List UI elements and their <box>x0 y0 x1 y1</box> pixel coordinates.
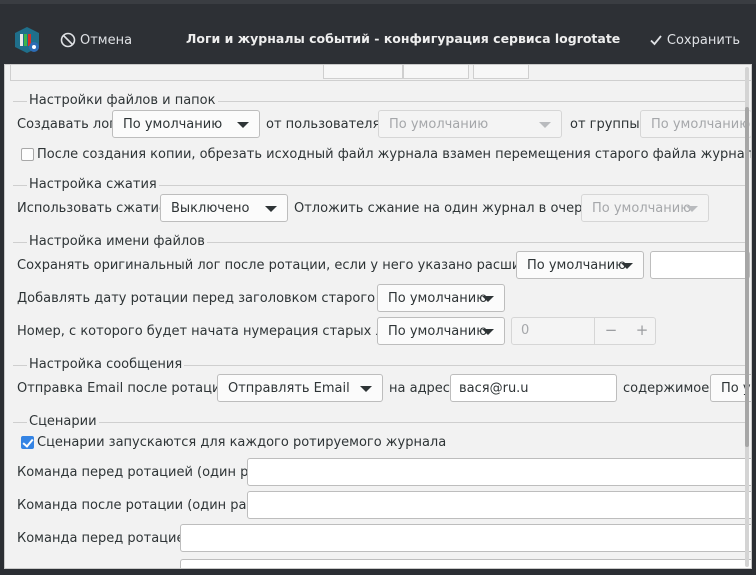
delay-compress-select[interactable]: По умолчанию <box>581 194 709 222</box>
compression-value: Выключено <box>171 200 250 216</box>
copytruncate-label: После создания копии, обрезать исходный … <box>37 147 752 162</box>
dateext-select[interactable]: По умолчанию <box>377 284 505 312</box>
prerotate-input[interactable] <box>180 524 751 552</box>
start-value: По умолчанию <box>388 323 488 339</box>
start-select[interactable]: По умолчанию <box>377 317 505 345</box>
from-user-select[interactable]: По умолчанию <box>378 110 562 138</box>
lastaction-input[interactable] <box>247 491 751 519</box>
chevron-down-icon <box>265 206 277 212</box>
app-logo-icon <box>15 27 39 53</box>
plus-button[interactable]: + <box>627 321 657 339</box>
cancel-icon <box>60 32 76 48</box>
compression-use-label: Использовать сжатие: <box>17 201 172 216</box>
delay-compress-label: Отложить сжание на один журнал в очереди… <box>294 201 613 216</box>
from-group-label: от группы: <box>570 117 645 132</box>
address-input[interactable]: вася@ru.u <box>450 374 617 402</box>
sharedscripts-checkbox[interactable] <box>21 436 34 449</box>
from-user-label: от пользователя: <box>266 117 385 132</box>
cancel-button[interactable]: Отмена <box>60 30 132 50</box>
extension-value: По умолчанию <box>527 257 627 273</box>
settings-panel: Настройки файлов и папок Создавать лог П… <box>4 64 752 569</box>
dateext-value: По умолчанию <box>388 290 488 306</box>
compression-legend: Настройка сжатия <box>27 177 159 192</box>
prerotate-label: Команда перед ротацией: <box>17 531 198 546</box>
sharedscripts-label: Сценарии запускаются для каждого ротируе… <box>37 435 447 450</box>
previous-control-b <box>403 65 469 79</box>
extension-input[interactable] <box>650 251 750 279</box>
compression-select[interactable]: Выключено <box>160 194 288 222</box>
extension-label: Сохранять оригинальный лог после ротации… <box>17 258 566 273</box>
create-log-label: Создавать лог <box>17 117 116 132</box>
start-number-value: 0 <box>521 323 530 338</box>
next-command-input[interactable] <box>180 559 751 568</box>
previous-section-edge <box>10 65 751 81</box>
delay-compress-value: По умолчанию <box>592 200 692 216</box>
window-title: Логи и журналы событий - конфигурация се… <box>186 31 621 46</box>
message-legend: Настройка сообщения <box>27 357 185 372</box>
chevron-down-icon <box>539 122 551 128</box>
firstaction-label: Команда перед ротацией (один раз): <box>17 465 273 480</box>
checkmark-icon <box>650 35 662 46</box>
lastaction-label: Команда после ротации (один раз): <box>17 498 263 513</box>
chevron-down-icon <box>686 206 698 212</box>
from-group-value: По умолчанию <box>651 116 751 132</box>
from-user-value: По умолчанию <box>389 116 489 132</box>
previous-control-c <box>473 65 529 79</box>
background-window-strip <box>0 0 756 4</box>
chevron-down-icon <box>621 263 633 269</box>
email-value: Отправлять Email <box>228 380 350 396</box>
chevron-down-icon <box>237 122 249 128</box>
scripts-legend: Сценарии <box>27 414 99 429</box>
start-number-spinner[interactable]: 0 − + <box>511 317 656 345</box>
spinner-divider <box>594 318 595 344</box>
copytruncate-checkbox[interactable] <box>21 148 34 161</box>
create-log-value: По умолчанию <box>123 116 223 132</box>
save-button[interactable]: Сохранить <box>649 30 740 50</box>
from-group-select[interactable]: По умолчанию <box>640 110 751 138</box>
start-label: Номер, с которого будет начата нумерация… <box>17 324 419 339</box>
content-label: содержимое: <box>623 381 714 396</box>
save-label: Сохранить <box>666 32 740 48</box>
chevron-down-icon <box>360 386 372 392</box>
minus-button[interactable]: − <box>596 321 626 339</box>
files-legend: Настройки файлов и папок <box>27 93 218 108</box>
scrollbar[interactable] <box>744 67 750 567</box>
create-log-select[interactable]: По умолчанию <box>112 110 260 138</box>
previous-control-a <box>323 65 403 79</box>
email-select[interactable]: Отправлять Email <box>217 374 383 402</box>
chevron-down-icon <box>482 296 494 302</box>
chevron-down-icon <box>482 329 494 335</box>
firstaction-input[interactable] <box>247 458 751 486</box>
filename-legend: Настройка имени файлов <box>27 234 207 249</box>
dateext-label: Добавлять дату ротации перед заголовком … <box>17 291 415 306</box>
cancel-label: Отмена <box>80 32 133 48</box>
header-bar: Отмена Логи и журналы событий - конфигур… <box>0 0 756 64</box>
address-label: на адрес: <box>389 381 455 396</box>
email-label: Отправка Email после ротации: <box>17 381 234 396</box>
extension-select[interactable]: По умолчанию <box>516 251 644 279</box>
